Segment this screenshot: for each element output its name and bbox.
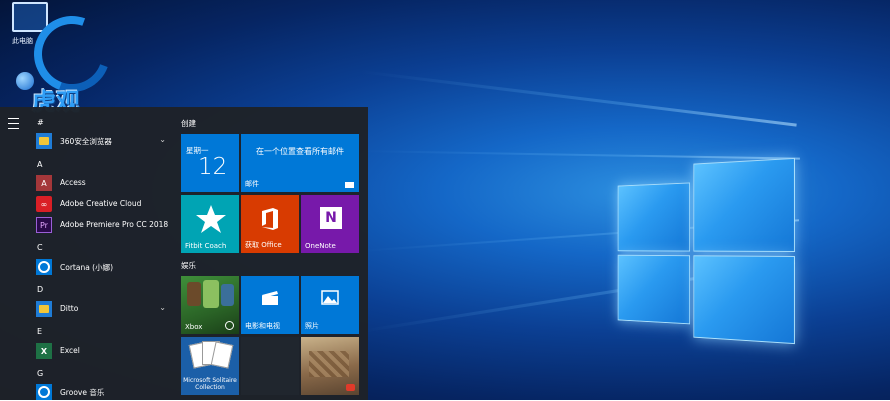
playing-card xyxy=(210,341,234,369)
movies-tile[interactable]: 电影和电视 xyxy=(241,276,299,334)
onenote-tile[interactable]: N OneNote xyxy=(301,195,359,253)
character-figure xyxy=(187,282,201,306)
hamburger-menu-icon[interactable] xyxy=(8,118,19,129)
section-title-create: 创建 xyxy=(181,119,196,128)
app-label: Access xyxy=(60,178,86,187)
site-watermark: 此电脑 虎观 xyxy=(4,0,123,118)
group-header-e[interactable]: E xyxy=(37,327,42,336)
empty-tile-slot xyxy=(241,337,299,395)
group-header-hash[interactable]: # xyxy=(37,118,44,127)
character-figure xyxy=(221,284,234,306)
photo-icon xyxy=(321,290,339,305)
office-icon xyxy=(262,208,278,230)
game-scene xyxy=(309,351,349,377)
app-label: Cortana (小娜) xyxy=(60,263,114,272)
logo-pane xyxy=(617,254,691,325)
group-header-a[interactable]: A xyxy=(37,160,42,169)
section-title-entertainment: 娱乐 xyxy=(181,261,196,270)
logo-pane xyxy=(617,182,691,252)
tile-label: Fitbit Coach xyxy=(185,242,227,250)
group-header-c[interactable]: C xyxy=(37,243,43,252)
app-item-cortana[interactable]: Cortana (小娜) xyxy=(36,258,172,276)
xbox-logo-icon xyxy=(225,321,234,330)
start-menu: # 360安全浏览器 ⌄ A A Access ∞ Adobe Creative… xyxy=(0,107,368,400)
app-label: Excel xyxy=(60,346,80,355)
creative-cloud-icon: ∞ xyxy=(36,196,52,212)
tile-label: 照片 xyxy=(305,322,319,330)
app-list: # 360安全浏览器 ⌄ A A Access ∞ Adobe Creative… xyxy=(28,107,174,400)
light-beam xyxy=(359,70,797,127)
tile-label: 获取 Office xyxy=(245,241,282,249)
mail-message: 在一个位置查看所有邮件 xyxy=(256,147,344,156)
calendar-date: 12 xyxy=(198,154,228,180)
chevron-down-icon[interactable]: ⌄ xyxy=(159,135,166,144)
tile-label: 邮件 xyxy=(245,180,259,188)
folder-icon xyxy=(36,133,52,149)
app-item-premiere[interactable]: Pr Adobe Premiere Pro CC 2018 xyxy=(36,216,172,234)
tile-label: Xbox xyxy=(185,323,203,331)
envelope-icon xyxy=(345,182,354,188)
photos-tile[interactable]: 照片 xyxy=(301,276,359,334)
app-item-groove[interactable]: Groove 音乐 xyxy=(36,383,172,401)
app-item-excel[interactable]: X Excel xyxy=(36,342,172,360)
tile-label: Microsoft Solitaire Collection xyxy=(183,377,237,391)
access-icon: A xyxy=(36,175,52,191)
character-figure xyxy=(203,280,219,308)
start-rail xyxy=(0,107,28,400)
folder-icon xyxy=(36,301,52,317)
excel-icon: X xyxy=(36,343,52,359)
tile-label: 电影和电视 xyxy=(245,322,280,330)
office-tile[interactable]: 获取 Office xyxy=(241,195,299,253)
app-label: Adobe Creative Cloud xyxy=(60,199,142,208)
logo-pane xyxy=(693,255,795,345)
chevron-down-icon[interactable]: ⌄ xyxy=(159,303,166,312)
calendar-tile[interactable]: 星期一 12 xyxy=(181,134,239,192)
premiere-icon: Pr xyxy=(36,217,52,233)
app-label: 360安全浏览器 xyxy=(60,137,112,146)
app-label: Groove 音乐 xyxy=(60,388,105,397)
game-badge-icon xyxy=(346,384,355,391)
app-item-360-browser[interactable]: 360安全浏览器 ⌄ xyxy=(36,132,172,150)
this-pc-label: 此电脑 xyxy=(12,37,33,45)
group-header-g[interactable]: G xyxy=(37,369,43,378)
app-item-ditto[interactable]: Ditto ⌄ xyxy=(36,300,172,318)
cortana-icon xyxy=(36,259,52,275)
star-icon xyxy=(196,205,226,233)
fitbit-tile[interactable]: Fitbit Coach xyxy=(181,195,239,253)
app-label: Adobe Premiere Pro CC 2018 xyxy=(60,220,169,229)
logo-pane xyxy=(693,157,795,253)
app-item-creative-cloud[interactable]: ∞ Adobe Creative Cloud xyxy=(36,195,172,213)
app-label: Ditto xyxy=(60,304,79,313)
onenote-icon: N xyxy=(320,207,342,229)
group-header-d[interactable]: D xyxy=(37,285,43,294)
xbox-tile[interactable]: Xbox xyxy=(181,276,239,334)
windows-logo xyxy=(617,148,795,345)
mail-tile[interactable]: 在一个位置查看所有邮件 邮件 xyxy=(241,134,359,192)
solitaire-tile[interactable]: Microsoft Solitaire Collection xyxy=(181,337,239,395)
film-clapper-icon xyxy=(262,291,278,305)
game-tile[interactable] xyxy=(301,337,359,395)
groove-icon xyxy=(36,384,52,400)
app-item-access[interactable]: A Access xyxy=(36,174,172,192)
tile-label: OneNote xyxy=(305,242,336,250)
